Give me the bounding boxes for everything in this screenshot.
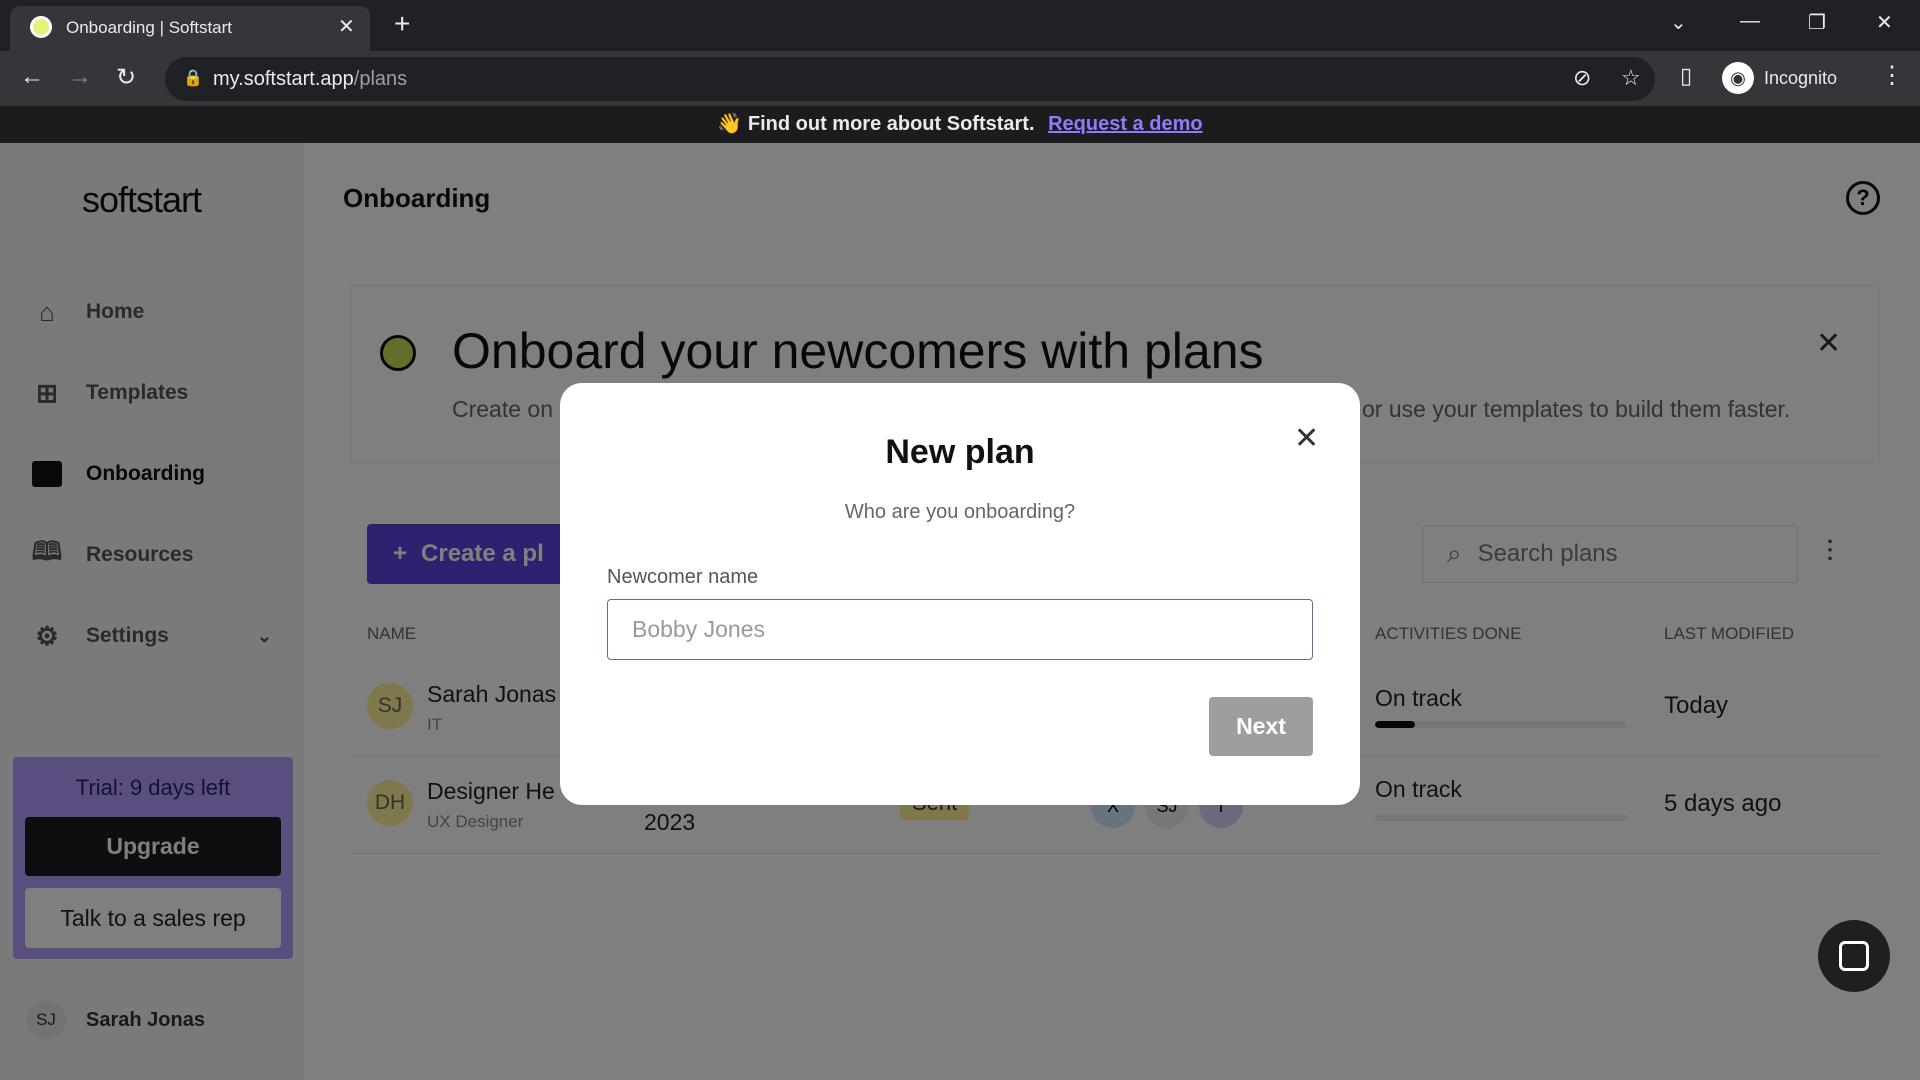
chat-launcher-button[interactable] [1818, 920, 1890, 992]
url-text: my.softstart.app/plans [213, 68, 407, 91]
reload-icon[interactable]: ↻ [116, 63, 136, 92]
browser-tab[interactable]: Onboarding | Softstart ✕ [10, 6, 370, 51]
next-button[interactable]: Next [1209, 697, 1313, 756]
menu-icon[interactable]: ⋮ [1880, 61, 1904, 90]
side-panel-icon[interactable]: ▯ [1680, 63, 1692, 89]
new-plan-dialog: New plan ✕ Who are you onboarding? Newco… [560, 383, 1360, 805]
tab-search-icon[interactable]: ⌄ [1670, 10, 1687, 35]
close-icon[interactable]: ✕ [1294, 421, 1319, 456]
address-bar-row: ← → ↻ 🔒 my.softstart.app/plans ⊘ ☆ ▯ ◉ I… [0, 51, 1920, 106]
request-demo-link[interactable]: Request a demo [1048, 113, 1202, 135]
url-bar[interactable]: 🔒 my.softstart.app/plans ⊘ ☆ [165, 57, 1655, 101]
minimize-button[interactable]: — [1740, 10, 1760, 33]
wave-hand-icon: 👋 [717, 113, 743, 135]
back-icon[interactable]: ← [20, 63, 44, 91]
dialog-title: New plan [885, 433, 1035, 471]
url-path: /plans [353, 68, 408, 90]
incognito-label: Incognito [1764, 67, 1838, 88]
newcomer-name-input[interactable] [607, 599, 1313, 660]
new-tab-button[interactable]: + [394, 8, 410, 40]
banner-text: Find out more about Softstart. [747, 113, 1035, 135]
lock-icon: 🔒 [183, 70, 203, 87]
incognito-badge[interactable]: ◉ Incognito [1722, 59, 1837, 97]
chat-icon [1839, 941, 1869, 971]
newcomer-name-label: Newcomer name [607, 566, 759, 588]
close-window-button[interactable]: ✕ [1876, 10, 1893, 35]
star-icon[interactable]: ☆ [1621, 65, 1641, 91]
tab-title: Onboarding | Softstart [66, 18, 233, 37]
restore-button[interactable]: ❐ [1808, 10, 1826, 35]
promo-banner: 👋 Find out more about Softstart. Request… [0, 106, 1920, 143]
dialog-subtitle: Who are you onboarding? [844, 501, 1076, 523]
forward-icon[interactable]: → [68, 63, 92, 91]
eye-off-icon[interactable]: ⊘ [1573, 65, 1591, 91]
close-tab-icon[interactable]: ✕ [338, 14, 355, 39]
url-host: my.softstart.app [213, 68, 354, 90]
incognito-icon: ◉ [1722, 62, 1754, 94]
browser-tab-bar: Onboarding | Softstart ✕ + ⌄ — ❐ ✕ [0, 0, 1920, 51]
favicon-icon [30, 16, 52, 38]
